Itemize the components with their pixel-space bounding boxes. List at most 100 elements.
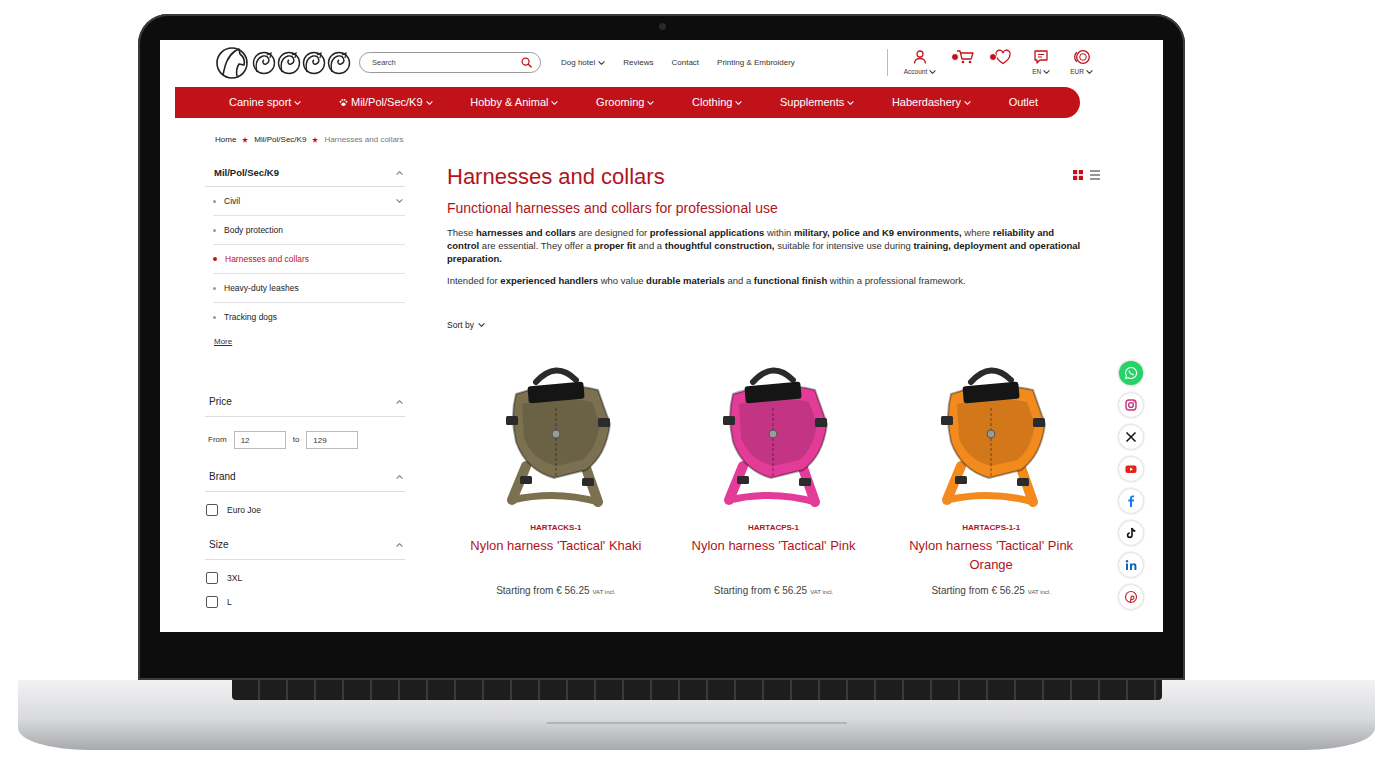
facebook-icon[interactable] bbox=[1124, 494, 1138, 508]
nav-label[interactable]: Haberdashery bbox=[892, 94, 961, 111]
whatsapp-icon[interactable] bbox=[1124, 366, 1138, 380]
chevron-up-icon[interactable] bbox=[396, 170, 403, 176]
nav-item[interactable]: Outlet bbox=[1009, 94, 1038, 111]
product-card[interactable]: HARTACPS-1Nylon harness 'Tactical' PinkS… bbox=[665, 358, 883, 599]
product-card[interactable]: HARTACKS-1Nylon harness 'Tactical' Khaki… bbox=[447, 358, 665, 599]
option-label[interactable]: 3XL bbox=[227, 572, 242, 585]
product-name[interactable]: Nylon harness 'Tactical' Khaki bbox=[470, 536, 641, 574]
nav-item[interactable]: Grooming bbox=[596, 94, 654, 111]
chevron-down-icon[interactable] bbox=[294, 100, 301, 106]
breadcrumb-label[interactable]: Harnesses and collars bbox=[324, 135, 403, 144]
x-button[interactable] bbox=[1119, 425, 1143, 449]
sidebar-item-label[interactable]: Harnesses and collars bbox=[225, 253, 309, 266]
nav-label[interactable]: Grooming bbox=[596, 94, 644, 111]
product-card[interactable]: HARTACPS-1-1Nylon harness 'Tactical' Pin… bbox=[882, 358, 1100, 599]
filter-option[interactable]: Euro Joe bbox=[205, 504, 405, 517]
tiktok-icon[interactable] bbox=[1124, 526, 1138, 540]
filter-title[interactable]: Price bbox=[209, 395, 232, 409]
product-picture[interactable] bbox=[693, 358, 853, 508]
tool-label-text[interactable]: EN bbox=[1032, 67, 1041, 77]
tool-label-text[interactable]: Account bbox=[904, 67, 928, 77]
tool-label[interactable]: EUR bbox=[1070, 67, 1093, 77]
more-link[interactable]: More bbox=[214, 336, 232, 348]
nav-item[interactable]: Canine sport bbox=[229, 94, 301, 111]
logo[interactable] bbox=[215, 45, 353, 81]
cart-button[interactable] bbox=[956, 49, 974, 65]
sidebar-header[interactable]: Mil/Pol/Sec/K9 bbox=[205, 160, 405, 187]
chevron-up-icon[interactable] bbox=[396, 399, 403, 405]
header-link-label[interactable]: Contact bbox=[671, 57, 699, 69]
chevron-up-icon[interactable] bbox=[396, 474, 403, 480]
chevron-down-icon[interactable] bbox=[1086, 69, 1093, 75]
chevron-down-icon[interactable] bbox=[735, 100, 742, 106]
search-box[interactable] bbox=[359, 52, 541, 73]
option-label[interactable]: Euro Joe bbox=[227, 504, 261, 517]
filter-header[interactable]: Size bbox=[205, 531, 405, 560]
header-link[interactable]: Printing & Embroidery bbox=[717, 57, 795, 69]
chevron-down-icon[interactable] bbox=[964, 100, 971, 106]
breadcrumb-label[interactable]: Mil/Pol/Sec/K9 bbox=[254, 135, 306, 144]
price-to-input[interactable] bbox=[306, 431, 358, 449]
grid-view-icon[interactable] bbox=[1073, 170, 1083, 180]
chevron-down-icon[interactable] bbox=[478, 322, 485, 328]
harness-icon[interactable] bbox=[486, 358, 626, 508]
nav-label[interactable]: Hobby & Animal bbox=[470, 94, 548, 111]
sidebar-item-label[interactable]: Body protection bbox=[224, 224, 283, 237]
chevron-down-icon[interactable] bbox=[847, 100, 854, 106]
chevron-down-icon[interactable] bbox=[929, 69, 936, 75]
list-view-icon[interactable] bbox=[1090, 170, 1100, 180]
coins-icon[interactable] bbox=[1073, 49, 1091, 65]
header-link-label[interactable]: Dog hotel bbox=[561, 57, 595, 69]
filter-title[interactable]: Brand bbox=[209, 470, 236, 484]
pinterest-button[interactable] bbox=[1119, 585, 1143, 609]
filter-option[interactable]: L bbox=[205, 596, 405, 609]
currency-button[interactable]: EUR bbox=[1070, 49, 1093, 77]
chevron-up-icon[interactable] bbox=[396, 542, 403, 548]
sidebar-item[interactable]: Harnesses and collars bbox=[213, 245, 405, 274]
breadcrumb-item[interactable]: Mil/Pol/Sec/K9 bbox=[254, 135, 306, 145]
product-name[interactable]: Nylon harness 'Tactical' Pink Orange bbox=[891, 536, 1091, 574]
breadcrumb-label[interactable]: Home bbox=[215, 135, 236, 144]
header-link[interactable]: Contact bbox=[671, 57, 699, 69]
youtube-icon[interactable] bbox=[1124, 462, 1138, 476]
chat-icon[interactable] bbox=[1033, 49, 1049, 65]
chevron-down-icon[interactable] bbox=[426, 100, 433, 106]
filter-header[interactable]: Brand bbox=[205, 463, 405, 492]
sidebar-item-label[interactable]: Civil bbox=[224, 195, 240, 208]
chevron-down-icon[interactable] bbox=[598, 60, 605, 66]
sort-label[interactable]: Sort by bbox=[447, 319, 474, 332]
header-link[interactable]: Reviews bbox=[623, 57, 653, 69]
checkbox[interactable] bbox=[206, 504, 218, 516]
product-picture[interactable] bbox=[911, 358, 1071, 508]
chevron-down-icon[interactable] bbox=[1043, 69, 1050, 75]
nav-label[interactable]: Mil/Pol/Sec/K9 bbox=[351, 94, 423, 111]
youtube-button[interactable] bbox=[1119, 457, 1143, 481]
wishlist-button[interactable] bbox=[994, 49, 1012, 65]
filter-option[interactable]: 3XL bbox=[205, 572, 405, 585]
facebook-button[interactable] bbox=[1119, 489, 1143, 513]
magnifier-icon[interactable] bbox=[521, 57, 532, 68]
filter-title[interactable]: Size bbox=[209, 538, 228, 552]
tiktok-button[interactable] bbox=[1119, 521, 1143, 545]
tool-label[interactable]: Account bbox=[904, 67, 937, 77]
nav-label[interactable]: Canine sport bbox=[229, 94, 291, 111]
option-label[interactable]: L bbox=[227, 596, 232, 609]
sidebar-item[interactable]: Heavy-duty leashes bbox=[213, 274, 405, 303]
product-picture[interactable] bbox=[476, 358, 636, 508]
pinterest-icon[interactable] bbox=[1124, 590, 1138, 604]
tool-label-text[interactable]: EUR bbox=[1070, 67, 1084, 77]
nav-item[interactable]: Clothing bbox=[692, 94, 742, 111]
chevron-down-icon[interactable] bbox=[551, 100, 558, 106]
checkbox[interactable] bbox=[206, 572, 218, 584]
sidebar-title[interactable]: Mil/Pol/Sec/K9 bbox=[214, 166, 279, 180]
account-button[interactable]: Account bbox=[904, 49, 937, 77]
header-link[interactable]: Dog hotel bbox=[561, 57, 605, 69]
checkbox[interactable] bbox=[206, 596, 218, 608]
filter-header[interactable]: Price bbox=[205, 388, 405, 417]
nav-label[interactable]: Outlet bbox=[1009, 94, 1038, 111]
product-name[interactable]: Nylon harness 'Tactical' Pink bbox=[692, 536, 856, 574]
x-icon[interactable] bbox=[1124, 430, 1138, 444]
nav-label[interactable]: Supplements bbox=[780, 94, 844, 111]
header-link-label[interactable]: Reviews bbox=[623, 57, 653, 69]
sidebar-item-label[interactable]: Heavy-duty leashes bbox=[224, 282, 299, 295]
